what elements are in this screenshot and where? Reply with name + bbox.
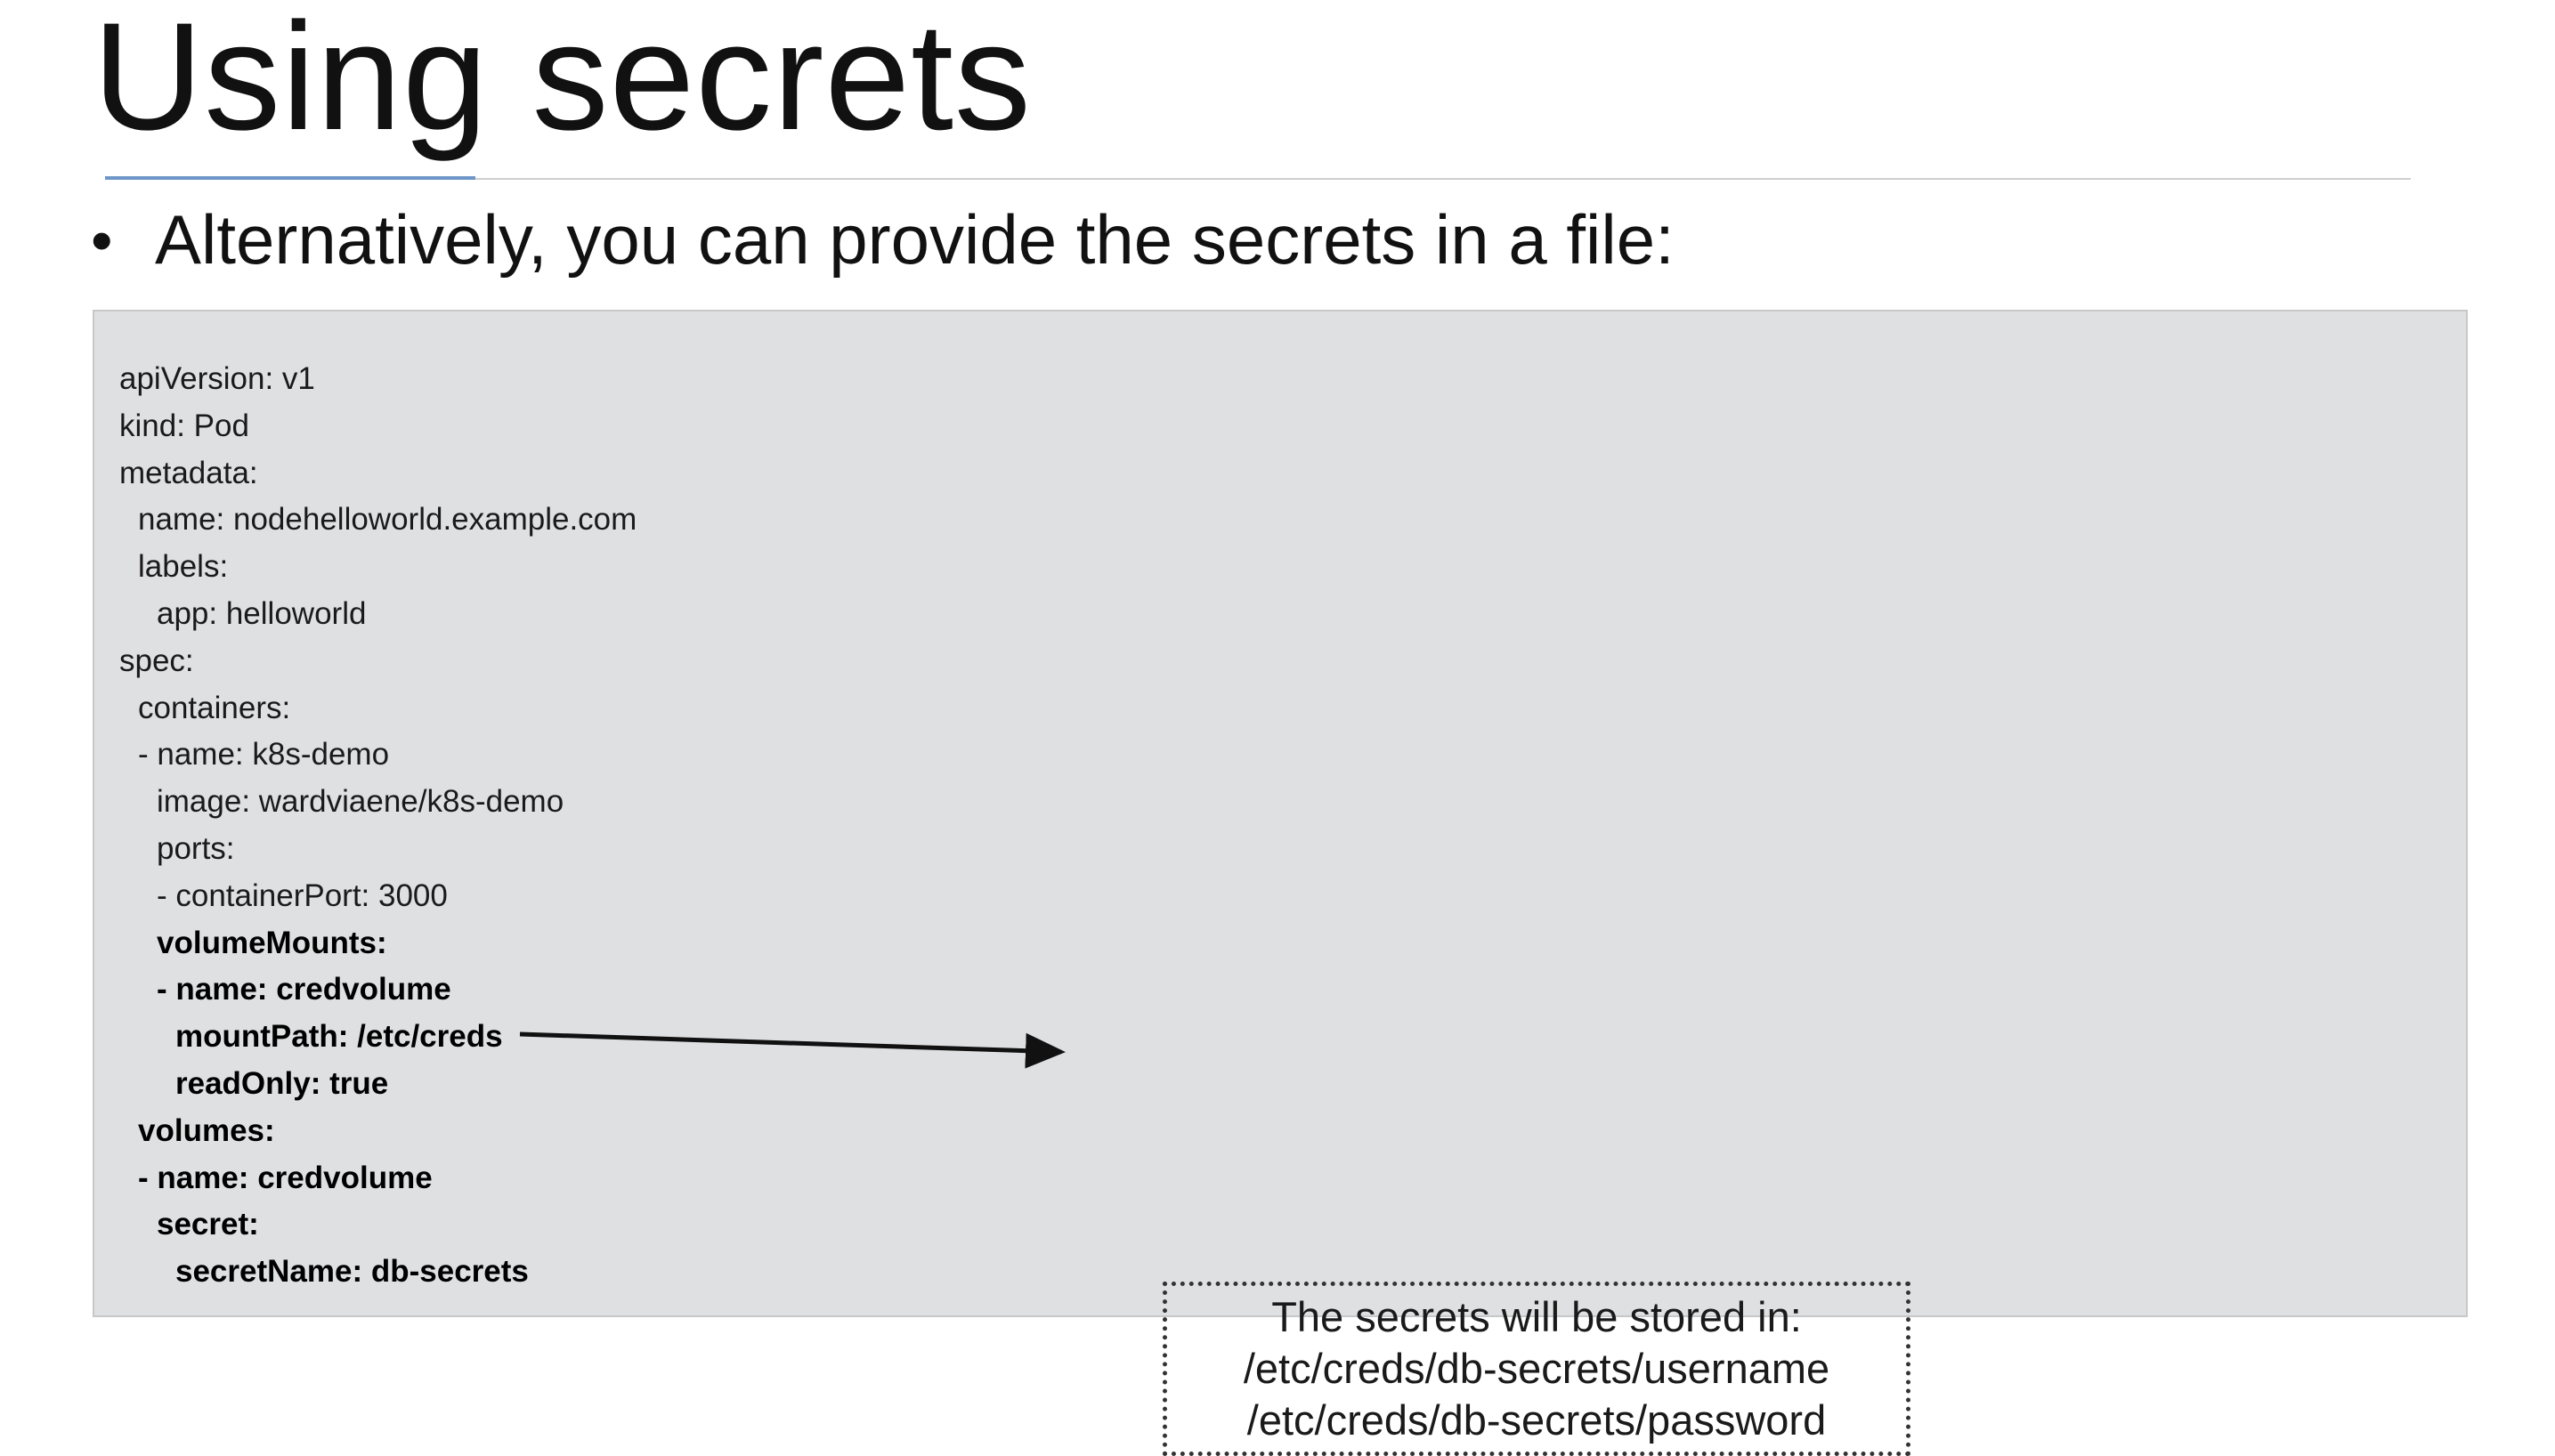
code-line: - name: k8s-demo <box>138 737 390 772</box>
code-line: mountPath: /etc/creds <box>175 1019 503 1055</box>
code-line: image: wardviaene/k8s-demo <box>157 784 564 820</box>
code-line: spec: <box>119 643 194 678</box>
callout-password-path: /etc/creds/db-secrets/password <box>1246 1396 1827 1444</box>
code-line: secret: <box>157 1207 259 1242</box>
code-line: secretName: db-secrets <box>175 1254 529 1290</box>
code-block: apiVersion: v1 kind: Pod metadata: name: no… <box>93 310 2468 1456</box>
bullet-text: Alternatively, you can provide the secre… <box>155 200 1675 279</box>
code-line: name: nodehelloworld.example.com <box>138 502 637 538</box>
code-line: - name: credvolume <box>138 1160 433 1195</box>
code-line: labels: <box>138 549 229 585</box>
secrets-callout-box: The secrets will be stored in: /etc/cred… <box>1163 1282 1910 1456</box>
code-line: volumes: <box>138 1112 275 1148</box>
code-line: apiVersion: v1 <box>119 361 315 396</box>
code-line: readOnly: true <box>175 1066 389 1101</box>
code-line: ports: <box>157 831 235 866</box>
code-line: - name: credvolume <box>157 972 451 1007</box>
bullet-dot-icon: • <box>91 206 113 275</box>
bullet-item: • Alternatively, you can provide the sec… <box>91 196 1675 285</box>
code-line: - containerPort: 3000 <box>157 878 448 913</box>
code-line: volumeMounts: <box>157 925 387 960</box>
code-line: kind: Pod <box>119 408 249 443</box>
code-line: app: helloworld <box>157 596 367 631</box>
title-accent-rule <box>105 176 475 180</box>
code-line: containers: <box>138 690 291 725</box>
slide-title: Using secrets <box>93 0 1032 162</box>
code-line: metadata: <box>119 455 258 490</box>
callout-username-path: /etc/creds/db-secrets/username <box>1243 1345 1830 1392</box>
callout-heading: The secrets will be stored in: <box>1271 1293 1802 1340</box>
